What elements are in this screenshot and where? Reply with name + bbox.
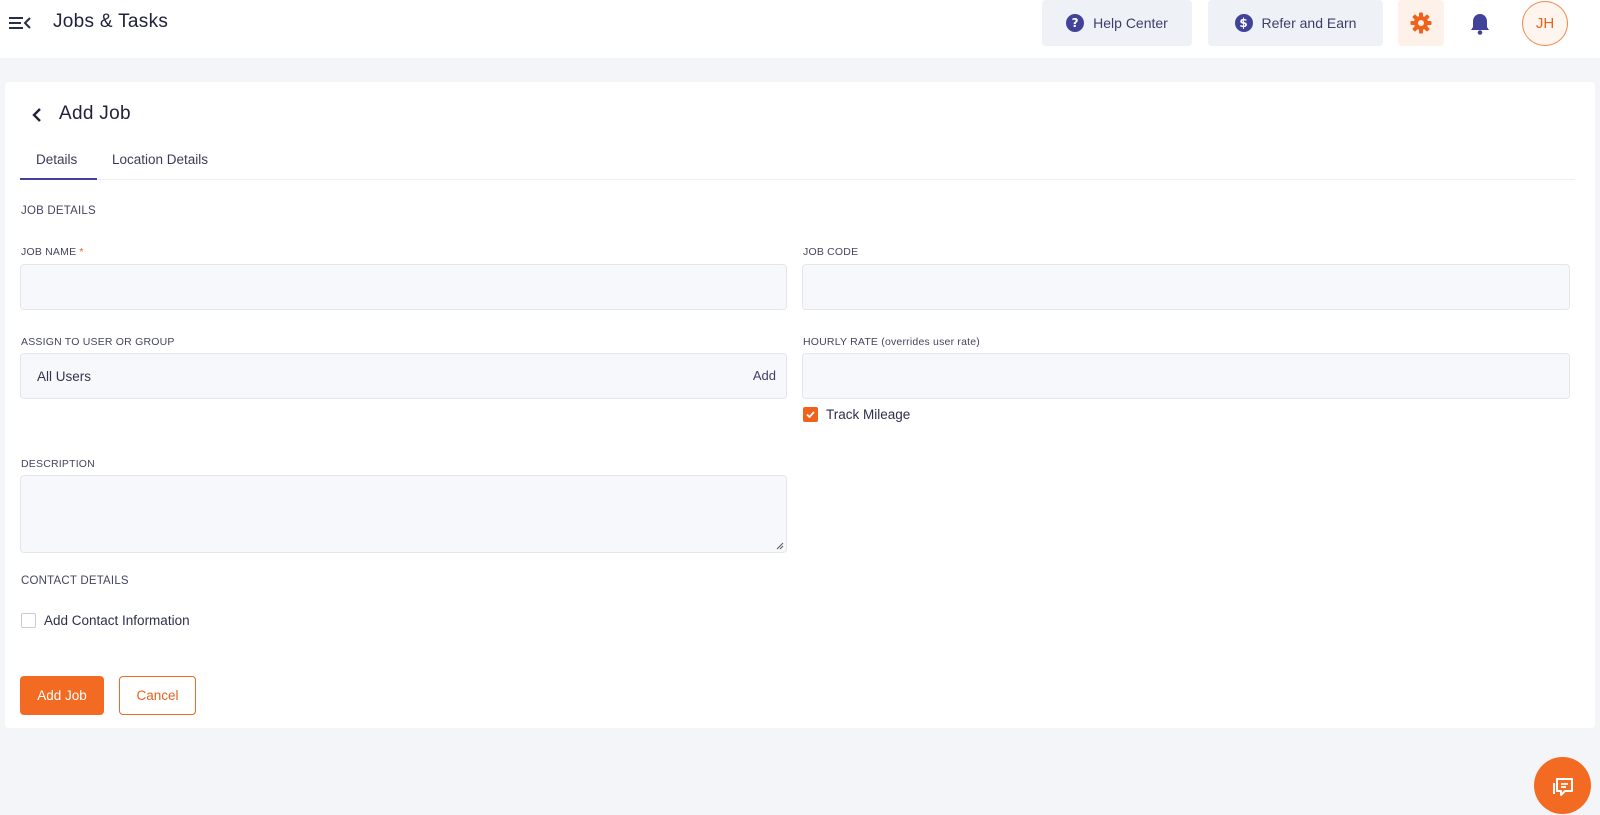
cancel-button[interactable]: Cancel bbox=[119, 676, 196, 715]
description-label: DESCRIPTION bbox=[21, 458, 95, 470]
job-details-heading: JOB DETAILS bbox=[21, 205, 96, 217]
add-job-button[interactable]: Add Job bbox=[20, 676, 104, 715]
assign-value: All Users bbox=[37, 368, 92, 384]
tab-location-details[interactable]: Location Details bbox=[112, 152, 208, 167]
job-name-label: JOB NAME * bbox=[21, 246, 84, 258]
hourly-rate-label: HOURLY RATE (overrides user rate) bbox=[803, 336, 980, 348]
chevron-left-icon bbox=[32, 108, 41, 122]
job-code-label: JOB CODE bbox=[803, 246, 859, 258]
chat-widget-button[interactable] bbox=[1534, 757, 1591, 814]
checkmark-icon bbox=[806, 411, 815, 419]
page-title: Add Job bbox=[59, 103, 131, 124]
gear-icon bbox=[1410, 12, 1432, 34]
add-job-card: Add Job Details Location Details JOB DET… bbox=[5, 82, 1595, 728]
assign-label: ASSIGN TO USER OR GROUP bbox=[21, 336, 175, 348]
notifications-button[interactable] bbox=[1464, 8, 1496, 40]
track-mileage-checkbox[interactable] bbox=[803, 407, 818, 422]
bell-icon bbox=[1471, 14, 1489, 35]
user-avatar[interactable]: JH bbox=[1522, 1, 1568, 46]
active-tab-indicator bbox=[20, 178, 97, 180]
top-bar: Jobs & Tasks ? Help Center $ Refer and E… bbox=[0, 0, 1600, 58]
add-contact-row: Add Contact Information bbox=[21, 613, 190, 628]
add-contact-checkbox[interactable] bbox=[21, 613, 36, 628]
description-textarea[interactable] bbox=[20, 475, 787, 553]
job-name-input[interactable] bbox=[20, 264, 787, 310]
chat-icon bbox=[1552, 777, 1573, 796]
track-mileage-label: Track Mileage bbox=[826, 407, 911, 422]
job-name-label-text: JOB NAME bbox=[21, 246, 77, 258]
help-center-label: Help Center bbox=[1093, 15, 1168, 31]
help-center-button[interactable]: ? Help Center bbox=[1042, 0, 1192, 46]
question-circle-icon: ? bbox=[1066, 14, 1085, 32]
refer-and-earn-label: Refer and Earn bbox=[1261, 15, 1357, 31]
refer-and-earn-button[interactable]: $ Refer and Earn bbox=[1208, 0, 1383, 46]
assign-add-link[interactable]: Add bbox=[753, 368, 776, 383]
assign-user-group-field[interactable]: All Users Add bbox=[20, 353, 787, 399]
contact-details-heading: CONTACT DETAILS bbox=[21, 575, 129, 587]
back-button[interactable] bbox=[31, 104, 49, 126]
tab-details[interactable]: Details bbox=[36, 152, 77, 167]
required-marker: * bbox=[79, 246, 84, 258]
app-title: Jobs & Tasks bbox=[53, 11, 169, 32]
track-mileage-row: Track Mileage bbox=[803, 407, 910, 422]
resize-handle-icon[interactable] bbox=[776, 542, 784, 550]
settings-button[interactable] bbox=[1398, 0, 1444, 46]
menu-collapse-icon[interactable] bbox=[8, 12, 32, 34]
job-code-input[interactable] bbox=[802, 264, 1570, 310]
tabs-divider bbox=[20, 179, 1575, 180]
add-contact-label: Add Contact Information bbox=[44, 613, 190, 628]
hourly-rate-input[interactable] bbox=[802, 353, 1570, 399]
dollar-circle-icon: $ bbox=[1234, 14, 1253, 32]
